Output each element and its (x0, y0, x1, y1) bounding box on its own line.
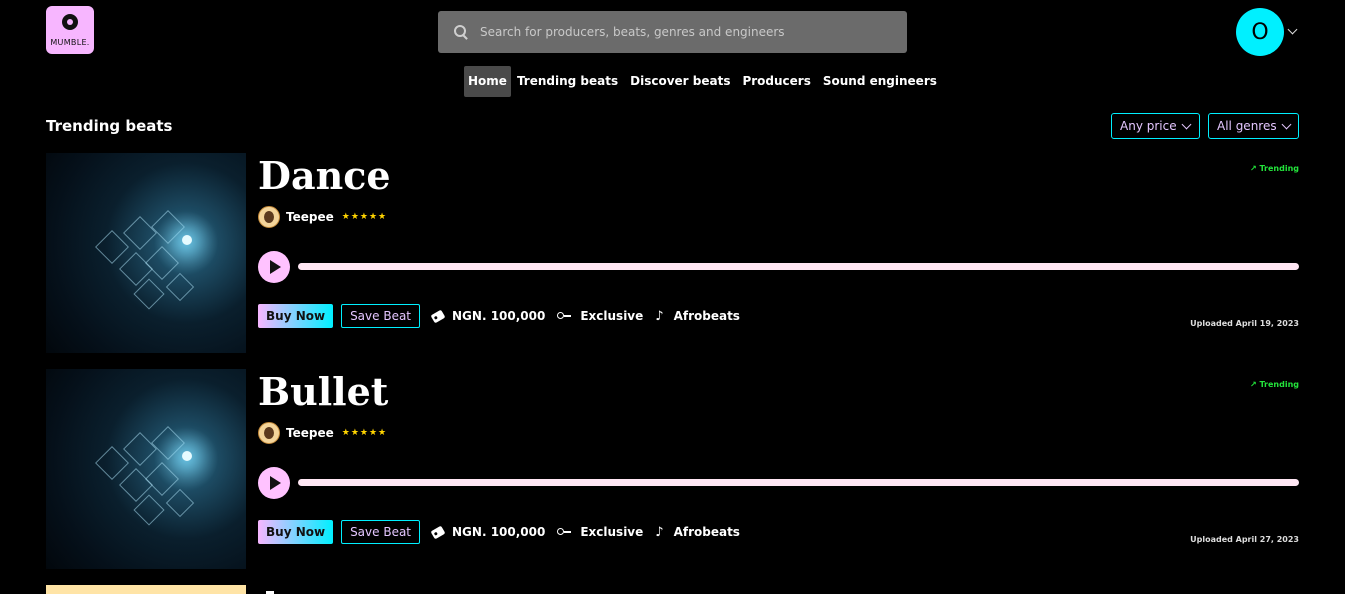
price-info: NGN. 100,000 (430, 525, 546, 539)
genre-filter[interactable]: All genres (1208, 113, 1299, 139)
search-icon (454, 25, 468, 39)
beat-card: Bullet ↗ Trending Teepee ★★★★★ Buy Now S… (46, 369, 1299, 569)
save-beat-button[interactable]: Save Beat (341, 520, 421, 544)
nav-item-discover-beats[interactable]: Discover beats (624, 66, 736, 97)
trending-badge: ↗ Trending (1249, 380, 1299, 389)
license-info: Exclusive (557, 525, 643, 539)
upload-date: Uploaded April 19, 2023 (1190, 319, 1299, 328)
play-button[interactable] (258, 467, 290, 499)
cover-shape (95, 230, 129, 264)
cover-shape (151, 210, 185, 244)
trending-label: Trending (1259, 164, 1299, 173)
search-input[interactable] (478, 24, 907, 40)
music-note-icon: ♪ (655, 308, 664, 324)
cover-light (182, 451, 192, 461)
play-button[interactable] (258, 251, 290, 283)
producer-name: Teepee (286, 426, 334, 440)
save-beat-button[interactable]: Save Beat (341, 304, 421, 328)
price-filter-label: Any price (1120, 119, 1177, 133)
price-value: NGN. 100,000 (452, 309, 546, 323)
genre-info: ♪ Afrobeats (655, 525, 740, 540)
chevron-down-icon[interactable] (1287, 24, 1298, 35)
genre-value: Afrobeats (673, 309, 740, 323)
nav-item-trending-beats[interactable]: Trending beats (511, 66, 624, 97)
chevron-down-icon (1281, 119, 1292, 130)
price-tag-icon (430, 525, 446, 539)
key-icon (557, 528, 572, 536)
nav-item-sound-engineers[interactable]: Sound engineers (817, 66, 943, 97)
cover-shape (151, 426, 185, 460)
audio-progress-bar[interactable] (298, 479, 1299, 486)
buy-now-button[interactable]: Buy Now (258, 520, 334, 544)
producer-avatar (258, 206, 280, 228)
producer-avatar (258, 422, 280, 444)
price-tag-icon (430, 309, 446, 323)
audio-progress-bar[interactable] (298, 263, 1299, 270)
chevron-down-icon (1181, 119, 1192, 130)
license-info: Exclusive (557, 309, 643, 323)
main-nav: Home Trending beats Discover beats Produ… (464, 66, 943, 97)
beat-cover-image[interactable] (46, 369, 246, 569)
star-rating: ★★★★★ (341, 212, 388, 222)
price-filter[interactable]: Any price (1111, 113, 1200, 139)
producer-info[interactable]: Teepee ★★★★★ (258, 422, 387, 444)
nav-item-producers[interactable]: Producers (736, 66, 816, 97)
music-note-icon: ♪ (655, 524, 664, 540)
search-bar[interactable] (438, 11, 907, 53)
nav-item-home[interactable]: Home (464, 66, 511, 97)
upload-date: Uploaded April 27, 2023 (1190, 535, 1299, 544)
section-title: Trending beats (46, 117, 173, 135)
beat-title[interactable]: Dance (258, 153, 391, 198)
beat-cover-image[interactable] (46, 153, 246, 353)
producer-info[interactable]: Teepee ★★★★★ (258, 206, 387, 228)
cover-shape (95, 446, 129, 480)
genre-filter-label: All genres (1217, 119, 1277, 133)
genre-info: ♪ Afrobeats (655, 309, 740, 324)
beat-title[interactable]: Bullet (258, 369, 388, 414)
cover-shape (165, 488, 195, 518)
user-avatar[interactable]: O (1236, 8, 1284, 56)
trending-label: Trending (1259, 380, 1299, 389)
beat-actions: Buy Now Save Beat NGN. 100,000 Exclusive… (258, 519, 740, 545)
license-value: Exclusive (580, 309, 644, 323)
beat-card: Dance ↗ Trending Teepee ★★★★★ Buy Now Sa… (46, 153, 1299, 353)
star-rating: ★★★★★ (341, 428, 388, 438)
beat-actions: Buy Now Save Beat NGN. 100,000 Exclusive… (258, 303, 740, 329)
genre-value: Afrobeats (673, 525, 740, 539)
next-beat-cover-image[interactable] (46, 585, 246, 594)
logo[interactable]: MUMBLE. (46, 6, 94, 54)
cover-shape (145, 246, 179, 280)
cover-shape (165, 272, 195, 302)
cover-light (182, 235, 192, 245)
cover-shape (145, 462, 179, 496)
price-info: NGN. 100,000 (430, 309, 546, 323)
price-value: NGN. 100,000 (452, 525, 546, 539)
cover-shape (123, 432, 157, 466)
key-icon (557, 312, 572, 320)
trending-badge: ↗ Trending (1249, 164, 1299, 173)
vinyl-disc-icon (62, 14, 78, 30)
cover-shape (123, 216, 157, 250)
logo-text: MUMBLE. (50, 38, 90, 47)
producer-name: Teepee (286, 210, 334, 224)
buy-now-button[interactable]: Buy Now (258, 304, 334, 328)
license-value: Exclusive (580, 525, 644, 539)
